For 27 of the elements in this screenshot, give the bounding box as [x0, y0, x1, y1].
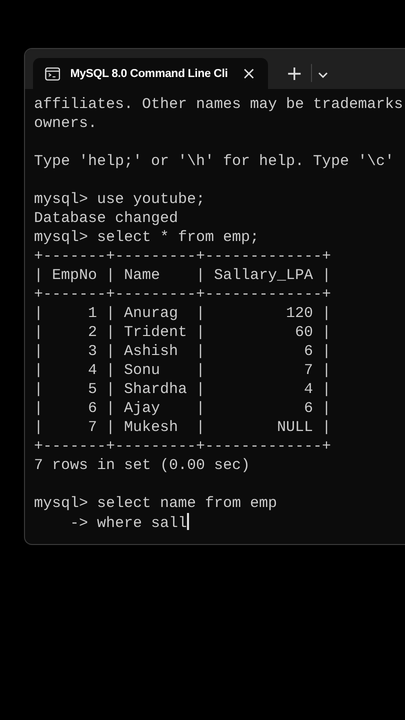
terminal-line: | 5 | Shardha | 4 |: [34, 380, 332, 399]
terminal-line: mysql> use youtube;: [34, 190, 206, 209]
terminal-line: | 7 | Mukesh | NULL |: [34, 418, 332, 437]
terminal-line: Type 'help;' or '\h' for help. Type '\c': [34, 152, 394, 171]
new-tab-button[interactable]: +: [282, 61, 307, 85]
terminal-line: 7 rows in set (0.00 sec): [34, 456, 250, 475]
terminal-line: +-------+---------+-------------+: [34, 247, 332, 266]
text-cursor: [187, 513, 190, 530]
terminal-line: | EmpNo | Name | Sallary_LPA |: [34, 266, 332, 285]
terminal-icon: [45, 66, 60, 80]
chevron-down-icon: [318, 72, 328, 78]
terminal-line: | 1 | Anurag | 120 |: [34, 304, 332, 323]
terminal-line: | 2 | Trident | 60 |: [34, 323, 332, 342]
window-tab[interactable]: MySQL 8.0 Command Line Cli ×: [33, 58, 268, 89]
close-button[interactable]: ×: [238, 64, 260, 84]
terminal-line: | 4 | Sonu | 7 |: [34, 361, 332, 380]
terminal-line: mysql> select * from emp;: [34, 228, 260, 247]
terminal-line: mysql> select name from emp: [34, 494, 278, 513]
terminal-line: affiliates. Other names may be trademarks: [34, 95, 404, 114]
terminal-line: +-------+---------+-------------+: [34, 437, 332, 456]
terminal-line: | 6 | Ajay | 6 |: [34, 399, 332, 418]
terminal-input[interactable]: -> where sall: [34, 514, 188, 533]
tab-title: MySQL 8.0 Command Line Cli: [70, 68, 228, 80]
terminal-line: | 3 | Ashish | 6 |: [34, 342, 332, 361]
terminal-line: owners.: [34, 114, 98, 133]
terminal-line: +-------+---------+-------------+: [34, 285, 332, 304]
terminal-line: Database changed: [34, 209, 178, 228]
